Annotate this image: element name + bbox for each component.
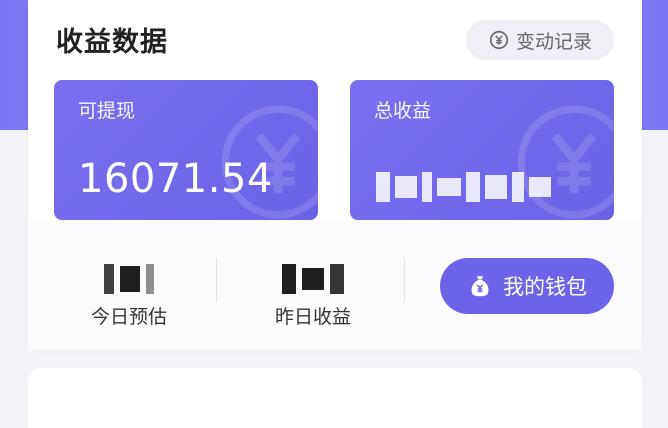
- divider: [216, 258, 217, 302]
- change-history-button[interactable]: 变动记录: [466, 20, 614, 60]
- today-estimate[interactable]: 今日预估: [64, 262, 194, 329]
- total-income-label: 总收益: [374, 100, 432, 122]
- change-history-label: 变动记录: [515, 30, 592, 53]
- today-estimate-obscured-value: [64, 262, 194, 296]
- page-title: 收益数据: [56, 27, 168, 58]
- total-income-obscured-value: [376, 164, 566, 210]
- money-bag-icon: [471, 276, 489, 297]
- withdrawable-card[interactable]: 可提现 16071.54: [54, 80, 318, 220]
- divider: [404, 258, 405, 302]
- my-wallet-button[interactable]: 我的钱包: [440, 258, 614, 314]
- yesterday-income-obscured-value: [248, 262, 378, 296]
- today-estimate-label: 今日预估: [90, 306, 167, 328]
- withdrawable-label: 可提现: [78, 100, 136, 122]
- withdrawable-value: 16071.54: [78, 156, 273, 202]
- yesterday-income-label: 昨日收益: [274, 306, 351, 328]
- yuan-cycle-icon: [489, 30, 509, 50]
- yesterday-income[interactable]: 昨日收益: [248, 262, 378, 329]
- my-wallet-label: 我的钱包: [503, 275, 587, 299]
- next-card: [28, 368, 642, 428]
